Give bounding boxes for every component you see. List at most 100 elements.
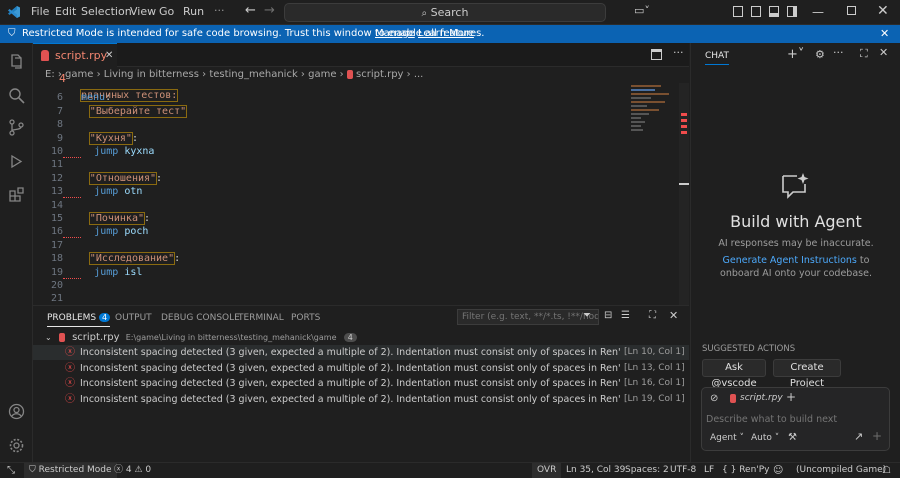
agent-chat-sparkle-icon bbox=[782, 173, 809, 199]
tools-icon[interactable]: ⚒ bbox=[788, 432, 797, 443]
restricted-mode-status[interactable]: ⛉ Restricted Mode bbox=[24, 463, 117, 478]
error-squiggle bbox=[63, 276, 81, 279]
toggle-secondary-sidebar-icon[interactable] bbox=[787, 6, 797, 17]
problems-status[interactable]: ⓧ 4 ⚠ 0 bbox=[114, 463, 151, 478]
problem-row[interactable]: ⓧ Inconsistent spacing detected (3 given,… bbox=[33, 345, 689, 360]
maximize-panel-icon[interactable]: ⛶ bbox=[649, 310, 656, 321]
copilot-chat-icon[interactable]: ▭˅ bbox=[634, 4, 650, 17]
tab-problems[interactable]: PROBLEMS 4 bbox=[47, 313, 111, 327]
menu-edit[interactable]: Edit bbox=[55, 5, 76, 18]
tab-debug-console[interactable]: DEBUG CONSOLE bbox=[161, 313, 240, 323]
notifications-icon[interactable]: ☖ bbox=[882, 463, 891, 478]
more-actions-icon[interactable]: ··· bbox=[673, 46, 684, 59]
extensions-icon[interactable] bbox=[8, 186, 25, 203]
chat-panel: CHAT +˅ ⚙ ··· ⛶ ✕ Build with Agent AI re… bbox=[690, 43, 900, 462]
view-as-tree-icon[interactable]: ☰ bbox=[621, 310, 630, 321]
attached-file-chip[interactable]: script.rpy bbox=[740, 393, 783, 403]
add-context-icon[interactable]: + bbox=[786, 390, 796, 404]
collapse-all-icon[interactable]: ⊟ bbox=[604, 310, 612, 321]
minimap[interactable] bbox=[631, 83, 689, 305]
tab-output[interactable]: OUTPUT bbox=[115, 313, 152, 323]
send-icon[interactable]: ↗ bbox=[854, 430, 863, 443]
tab-ports[interactable]: PORTS bbox=[291, 313, 320, 323]
breadcrumb-project[interactable]: Living in bitterness bbox=[104, 69, 199, 80]
problem-row[interactable]: ⓧ Inconsistent spacing detected (3 given,… bbox=[33, 361, 689, 376]
back-arrow-icon[interactable]: ← bbox=[245, 3, 256, 18]
close-panel-icon[interactable]: ✕ bbox=[669, 309, 678, 322]
generate-instructions-link[interactable]: Generate Agent Instructions bbox=[723, 255, 857, 266]
toggle-sidebar-icon[interactable] bbox=[751, 6, 761, 17]
eol-status[interactable]: LF bbox=[704, 463, 714, 478]
filter-icon[interactable]: ⏷ bbox=[583, 310, 591, 321]
code-identifier: kyxna bbox=[124, 146, 155, 157]
breadcrumb-file[interactable]: script.rpy bbox=[356, 69, 403, 80]
remote-icon[interactable]: ⤡ bbox=[7, 463, 15, 478]
scrollbar[interactable] bbox=[679, 83, 689, 305]
source-control-icon[interactable] bbox=[8, 119, 25, 136]
more-menu-icon[interactable]: ··· bbox=[214, 4, 225, 17]
close-banner-icon[interactable]: ✕ bbox=[880, 25, 889, 43]
agent-mode-picker[interactable]: Agent ˅ bbox=[710, 433, 744, 443]
maximize-chat-icon[interactable]: ⛶ bbox=[860, 47, 868, 61]
overtype-status[interactable]: OVR bbox=[532, 463, 562, 478]
breadcrumb-drive[interactable]: E: bbox=[45, 69, 55, 80]
attach-icon[interactable]: ⊘ bbox=[710, 393, 718, 404]
breadcrumb-symbol[interactable]: ... bbox=[414, 69, 424, 80]
run-debug-icon[interactable] bbox=[8, 153, 25, 170]
forward-arrow-icon[interactable]: → bbox=[264, 3, 275, 18]
code-editor[interactable]: рдачиных тестов: 6 menu: 7 "Выберайте тест"… bbox=[33, 83, 689, 305]
account-icon[interactable] bbox=[8, 403, 25, 420]
chat-more-icon[interactable]: ··· bbox=[833, 46, 844, 59]
game-status[interactable]: (Uncompiled Game) bbox=[796, 463, 886, 478]
problems-filter-input[interactable] bbox=[457, 309, 599, 325]
minimize-icon[interactable]: — bbox=[812, 5, 824, 19]
code-line: 13 jump otn bbox=[33, 186, 633, 199]
copilot-icon[interactable]: ☺ bbox=[773, 463, 783, 478]
chat-input-box: ⊘ script.rpy + Agent ˅ Auto ˅ ⚒ ↗ + bbox=[701, 387, 890, 451]
renpy-file-icon bbox=[730, 394, 736, 403]
menu-selection[interactable]: Selection bbox=[81, 5, 132, 18]
create-project-button[interactable]: Create Project bbox=[773, 359, 841, 389]
tab-script-rpy[interactable]: script.rpy 4 ✕ bbox=[33, 43, 117, 85]
manage-link[interactable]: Manage bbox=[375, 25, 415, 43]
command-center-label: Search bbox=[430, 6, 469, 19]
cursor-position[interactable]: Ln 35, Col 39 bbox=[566, 463, 625, 478]
learn-more-link[interactable]: Learn More bbox=[418, 25, 474, 43]
menu-view[interactable]: View bbox=[130, 5, 156, 18]
indentation-status[interactable]: Spaces: 2 bbox=[625, 463, 669, 478]
problem-row[interactable]: ⓧ Inconsistent spacing detected (3 given,… bbox=[33, 376, 689, 391]
split-editor-icon[interactable] bbox=[651, 49, 662, 60]
command-center[interactable]: ⌕ Search bbox=[284, 3, 606, 22]
close-window-icon[interactable]: ✕ bbox=[877, 3, 889, 19]
restore-icon[interactable] bbox=[847, 6, 856, 15]
problems-file-row[interactable]: ⌄ script.rpy E:\game\Living in bitternes… bbox=[33, 330, 689, 345]
menu-file[interactable]: File bbox=[31, 5, 49, 18]
line-number: 20 bbox=[50, 280, 63, 291]
add-icon[interactable]: + bbox=[872, 429, 882, 443]
chat-settings-icon[interactable]: ⚙ bbox=[815, 48, 825, 61]
model-picker[interactable]: Auto ˅ bbox=[751, 433, 779, 443]
warning-icon: ⚠ bbox=[134, 465, 146, 475]
manage-gear-icon[interactable] bbox=[8, 437, 25, 454]
language-mode[interactable]: { } Ren'Py bbox=[722, 463, 770, 478]
ask-vscode-button[interactable]: Ask @vscode bbox=[702, 359, 766, 389]
problem-row[interactable]: ⓧ Inconsistent spacing detected (3 given,… bbox=[33, 392, 689, 407]
explorer-icon[interactable] bbox=[8, 53, 25, 70]
close-tab-icon[interactable]: ✕ bbox=[105, 44, 113, 67]
toggle-bottom-panel-icon[interactable] bbox=[769, 6, 779, 17]
breadcrumb-subfolder[interactable]: game bbox=[308, 69, 336, 80]
language-label: Ren'Py bbox=[739, 465, 770, 475]
tab-terminal[interactable]: TERMINAL bbox=[238, 313, 284, 323]
toggle-panel-left-icon[interactable] bbox=[733, 6, 743, 17]
menu-run[interactable]: Run bbox=[183, 5, 204, 18]
code-string: "Кухня" bbox=[88, 131, 133, 145]
close-chat-icon[interactable]: ✕ bbox=[879, 46, 888, 59]
new-chat-icon[interactable]: +˅ bbox=[787, 47, 804, 62]
breadcrumb-game[interactable]: game bbox=[65, 69, 93, 80]
search-icon[interactable] bbox=[8, 87, 25, 104]
restricted-mode-banner: ⛉ Restricted Mode is intended for safe c… bbox=[0, 25, 900, 43]
menu-go[interactable]: Go bbox=[159, 5, 174, 18]
breadcrumb-folder[interactable]: testing_mehanick bbox=[209, 69, 297, 80]
chat-input[interactable] bbox=[706, 412, 884, 427]
encoding-status[interactable]: UTF-8 bbox=[670, 463, 696, 478]
